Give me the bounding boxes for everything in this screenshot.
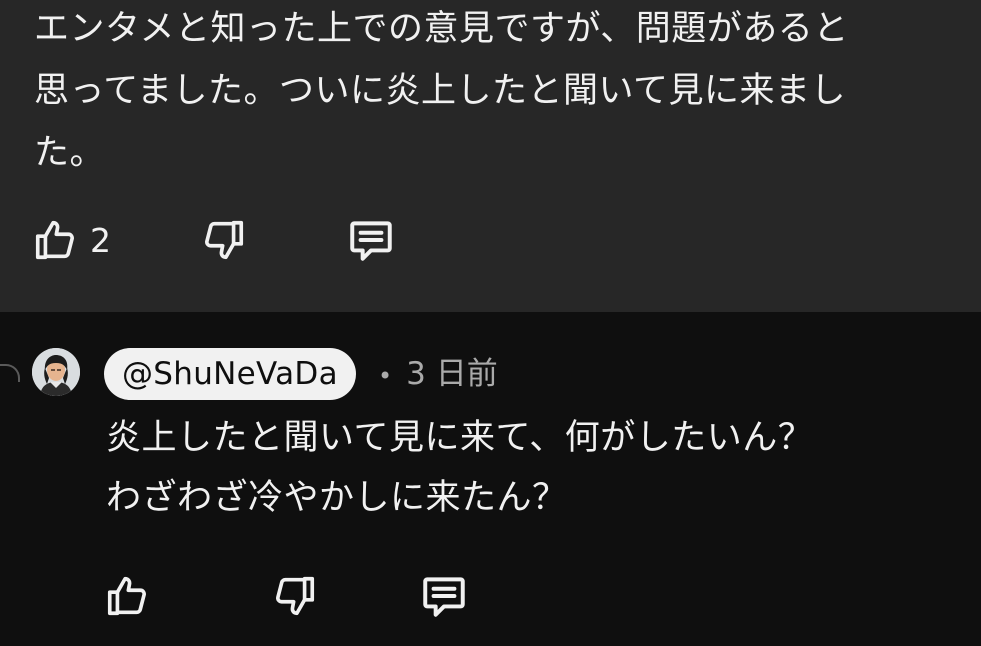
- comments-page: エンタメと知った上での意見ですが、問題があると 思ってました。ついに炎上したと聞…: [0, 0, 981, 646]
- avatar[interactable]: [32, 348, 80, 396]
- thumbs-up-icon: [35, 220, 74, 260]
- thumbs-down-icon: [205, 220, 244, 260]
- author-handle-chip[interactable]: @ShuNeVaDa: [104, 348, 356, 400]
- dislike-button[interactable]: [271, 573, 319, 619]
- thumbs-down-icon: [276, 576, 315, 616]
- reply-text: 炎上したと聞いて見に来て、何がしたいん？ わざわざ冷やかしに来たん？: [106, 418, 814, 518]
- reply-action-bar: [103, 570, 469, 622]
- parent-comment: エンタメと知った上での意見ですが、問題があると 思ってました。ついに炎上したと聞…: [0, 0, 981, 312]
- thread-connector: [0, 364, 20, 382]
- thumbs-up-icon: [107, 576, 146, 616]
- like-button[interactable]: [32, 217, 78, 263]
- comment-action-bar: 2: [32, 214, 396, 266]
- timestamp[interactable]: 3 日前: [406, 356, 498, 392]
- dislike-button[interactable]: [200, 217, 248, 263]
- meta-separator: •: [378, 362, 393, 390]
- avatar-image: [32, 348, 80, 396]
- reply-button[interactable]: [346, 215, 396, 265]
- like-group: 2: [32, 217, 200, 263]
- reply-button[interactable]: [419, 571, 469, 621]
- comment-icon: [350, 221, 392, 261]
- comment-meta: • 3 日前: [378, 348, 498, 400]
- comment-text: エンタメと知った上での意見ですが、問題があると 思ってました。ついに炎上したと聞…: [34, 9, 849, 173]
- like-button[interactable]: [103, 573, 151, 619]
- comment-icon: [423, 577, 465, 617]
- reply-comment: @ShuNeVaDa • 3 日前 炎上したと聞いて見に来て、何がしたいん？ わざ…: [0, 312, 981, 646]
- like-count: 2: [90, 220, 111, 260]
